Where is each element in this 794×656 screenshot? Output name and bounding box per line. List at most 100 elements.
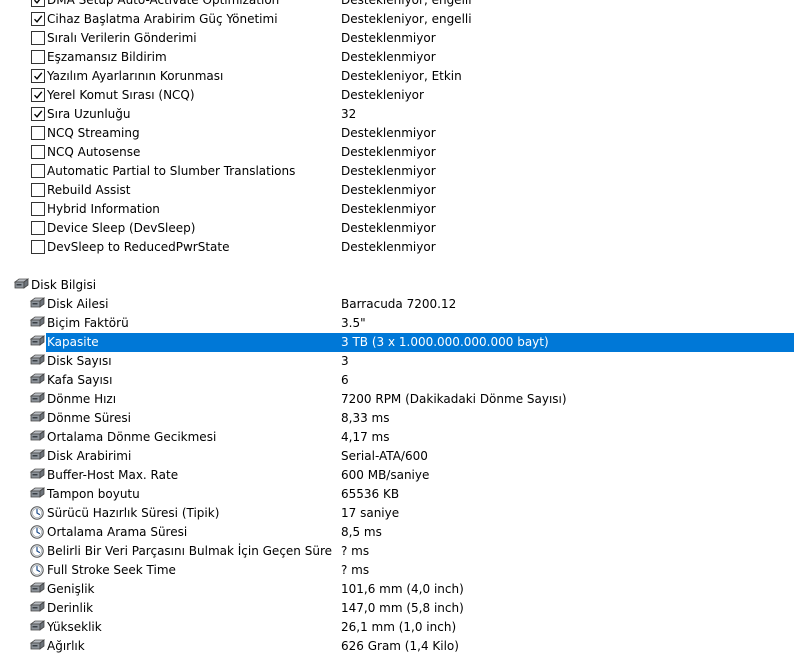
property-label: Ağırlık [47,639,85,653]
feature-row[interactable]: Eşzamansız Bildirim Desteklenmiyor [0,48,794,67]
property-row[interactable]: Dönme Süresi 8,33 ms [0,409,794,428]
property-label: Biçim Faktörü [47,316,129,330]
feature-row[interactable]: Device Sleep (DevSleep) Desteklenmiyor [0,219,794,238]
checkbox-unchecked[interactable] [31,50,45,64]
property-label: Kapasite [47,335,99,349]
property-row[interactable]: Ortalama Dönme Gecikmesi 4,17 ms [0,428,794,447]
checkbox-checked[interactable] [31,107,45,121]
property-row[interactable]: Derinlik 147,0 mm (5,8 inch) [0,599,794,618]
feature-label: Yazılım Ayarlarının Korunması [47,69,224,83]
feature-value: Destekleniyor, Etkin [341,69,462,83]
property-row[interactable]: Disk Arabirimi Serial-ATA/600 [0,447,794,466]
property-label: Disk Sayısı [47,354,112,368]
feature-label: Automatic Partial to Slumber Translation… [47,164,296,178]
property-value: Serial-ATA/600 [341,449,428,463]
hard-drive-icon [29,316,46,330]
property-label: Dönme Hızı [47,392,117,406]
feature-label: NCQ Streaming [47,126,140,140]
section-title: Disk Bilgisi [31,278,97,292]
feature-label: DMA Setup Auto-Activate Optimization [47,0,280,7]
feature-row[interactable]: NCQ Streaming Desteklenmiyor [0,124,794,143]
checkbox-unchecked[interactable] [31,183,45,197]
checkbox-unchecked[interactable] [31,221,45,235]
property-row[interactable]: Ortalama Arama Süresi 8,5 ms [0,523,794,542]
checkbox-unchecked[interactable] [31,164,45,178]
feature-row[interactable]: Rebuild Assist Desteklenmiyor [0,181,794,200]
property-label: Kafa Sayısı [47,373,113,387]
property-value: 8,33 ms [341,411,390,425]
feature-label: Sıralı Verilerin Gönderimi [47,31,197,45]
feature-row[interactable]: DevSleep to ReducedPwrState Desteklenmiyo… [0,238,794,257]
property-label: Tampon boyutu [47,487,140,501]
property-row[interactable]: Disk Sayısı 3 [0,352,794,371]
feature-value: Desteklenmiyor [341,240,436,254]
checkbox-checked[interactable] [31,0,45,7]
property-row-selected[interactable]: Kapasite 3 TB (3 x 1.000.000.000.000 bayt… [0,333,794,352]
property-label: Genişlik [47,582,95,596]
property-row[interactable]: Yükseklik 26,1 mm (1,0 inch) [0,618,794,637]
property-value: ? ms [341,544,370,558]
property-row[interactable]: Biçim Faktörü 3.5" [0,314,794,333]
feature-label: NCQ Autosense [47,145,141,159]
property-value: ? ms [341,563,370,577]
property-value: 3 [341,354,349,368]
checkbox-checked[interactable] [31,88,45,102]
property-row[interactable]: Ağırlık 626 Gram (1,4 Kilo) [0,637,794,656]
feature-value: Desteklenmiyor [341,145,436,159]
checkbox-unchecked[interactable] [31,240,45,254]
hard-drive-icon [29,297,46,311]
property-value: 6 [341,373,349,387]
clock-icon [30,506,44,520]
checkbox-checked[interactable] [31,69,45,83]
feature-label: Cihaz Başlatma Arabirim Güç Yönetimi [47,12,278,26]
feature-row[interactable]: Yerel Komut Sırası (NCQ) Destekleniyor [0,86,794,105]
feature-value: Desteklenmiyor [341,164,436,178]
property-value: 8,5 ms [341,525,382,539]
feature-row[interactable]: Yazılım Ayarlarının Korunması Destekleniy… [0,67,794,86]
clock-icon [30,544,44,558]
feature-label: Yerel Komut Sırası (NCQ) [47,88,195,102]
disk-properties-list[interactable]: DMA Setup Auto-Activate Optimization Dest… [0,0,794,656]
checkbox-unchecked[interactable] [31,145,45,159]
property-row[interactable]: Dönme Hızı 7200 RPM (Dakikadaki Dönme Say… [0,390,794,409]
hard-drive-icon [29,335,46,349]
hard-drive-icon [29,354,46,368]
property-value: 17 saniye [341,506,400,520]
feature-label: Rebuild Assist [47,183,131,197]
property-row[interactable]: Full Stroke Seek Time ? ms [0,561,794,580]
feature-row[interactable]: Sıra Uzunluğu 32 [0,105,794,124]
clock-icon [30,525,44,539]
property-value: 3.5" [341,316,366,330]
feature-value: Destekleniyor, engelli [341,12,472,26]
property-row[interactable]: Sürücü Hazırlık Süresi (Tipik) 17 saniye [0,504,794,523]
property-value: 147,0 mm (5,8 inch) [341,601,464,615]
feature-label: Sıra Uzunluğu [47,107,131,121]
checkbox-unchecked[interactable] [31,202,45,216]
feature-label: Hybrid Information [47,202,160,216]
section-header-disk-info[interactable]: Disk Bilgisi [0,276,794,295]
property-row[interactable]: Tampon boyutu 65536 KB [0,485,794,504]
property-row[interactable]: Genişlik 101,6 mm (4,0 inch) [0,580,794,599]
hard-drive-icon [13,278,30,292]
feature-value: Desteklenmiyor [341,221,436,235]
feature-row[interactable]: Hybrid Information Desteklenmiyor [0,200,794,219]
feature-value: Desteklenmiyor [341,50,436,64]
checkbox-unchecked[interactable] [31,126,45,140]
property-row[interactable]: Disk Ailesi Barracuda 7200.12 [0,295,794,314]
feature-value: Destekleniyor [341,88,424,102]
property-value: 3 TB (3 x 1.000.000.000.000 bayt) [341,335,549,349]
checkbox-checked[interactable] [31,12,45,26]
property-row[interactable]: Buffer-Host Max. Rate 600 MB/saniye [0,466,794,485]
property-value: Barracuda 7200.12 [341,297,457,311]
hard-drive-icon [29,392,46,406]
feature-row[interactable]: Cihaz Başlatma Arabirim Güç Yönetimi Dest… [0,10,794,29]
checkbox-unchecked[interactable] [31,31,45,45]
feature-row[interactable]: DMA Setup Auto-Activate Optimization Dest… [0,0,794,10]
feature-row[interactable]: Automatic Partial to Slumber Translation… [0,162,794,181]
feature-row[interactable]: Sıralı Verilerin Gönderimi Desteklenmiyor [0,29,794,48]
feature-row[interactable]: NCQ Autosense Desteklenmiyor [0,143,794,162]
property-row[interactable]: Belirli Bir Veri Parçasını Bulmak İçin G… [0,542,794,561]
property-row[interactable]: Kafa Sayısı 6 [0,371,794,390]
feature-value: Desteklenmiyor [341,31,436,45]
hard-drive-icon [29,582,46,596]
